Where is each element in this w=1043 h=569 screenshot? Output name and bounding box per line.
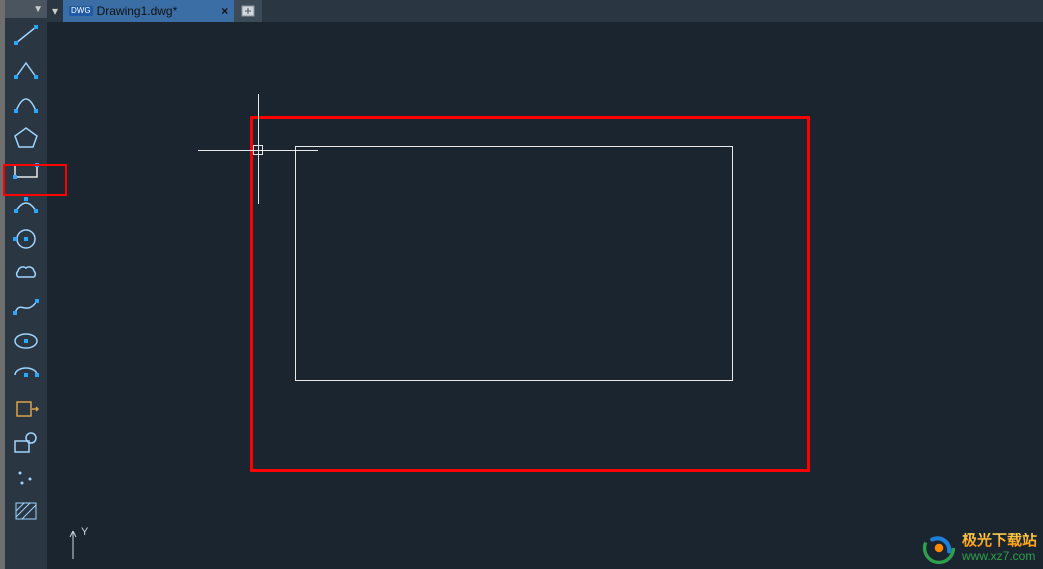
watermark-title: 极光下载站 <box>962 533 1037 550</box>
watermark: 极光下载站 www.xz7.com <box>922 531 1037 565</box>
crosshair-vertical <box>258 94 259 204</box>
polyline-tool[interactable] <box>5 52 47 86</box>
crosshair-horizontal <box>198 150 318 151</box>
palette-header[interactable]: ▼ <box>5 0 47 18</box>
tab-bar: ▾ DWG Drawing1.dwg* × <box>47 0 1043 22</box>
arc-three-point-tool[interactable] <box>5 188 47 222</box>
tool-palette: ▼ <box>5 0 47 569</box>
ucs-y-label: Y <box>81 526 89 538</box>
point-tool[interactable] <box>5 460 47 494</box>
ellipse-arc-tool[interactable] <box>5 358 47 392</box>
new-tab-button[interactable] <box>234 0 262 22</box>
arc-tool[interactable] <box>5 86 47 120</box>
document-tab[interactable]: DWG Drawing1.dwg* × <box>63 0 234 22</box>
ellipse-tool[interactable] <box>5 324 47 358</box>
drawing-canvas[interactable]: Y 极光下载站 www.xz7.com <box>47 22 1043 569</box>
crosshair-pickbox <box>253 145 263 155</box>
tab-menu-arrow[interactable]: ▾ <box>47 0 63 22</box>
palette-collapse-arrow[interactable]: ▼ <box>33 4 43 15</box>
spline-tool[interactable] <box>5 290 47 324</box>
polygon-tool[interactable] <box>5 120 47 154</box>
annotation-red-rectangle <box>250 116 810 472</box>
rectangle-tool[interactable] <box>5 154 47 188</box>
circle-tool[interactable] <box>5 222 47 256</box>
watermark-url: www.xz7.com <box>962 550 1037 563</box>
insert-block-tool[interactable] <box>5 392 47 426</box>
ucs-icon: Y <box>65 523 95 563</box>
tab-filename: Drawing1.dwg* <box>97 4 178 18</box>
new-tab-icon <box>241 5 255 17</box>
make-block-tool[interactable] <box>5 426 47 460</box>
dwg-file-icon: DWG <box>69 6 93 16</box>
revision-cloud-tool[interactable] <box>5 256 47 290</box>
watermark-logo-icon <box>922 531 956 565</box>
hatch-tool[interactable] <box>5 494 47 528</box>
tab-close-button[interactable]: × <box>221 4 228 18</box>
line-tool[interactable] <box>5 18 47 52</box>
chevron-down-icon: ▾ <box>52 4 58 18</box>
drawn-rectangle <box>295 146 733 381</box>
